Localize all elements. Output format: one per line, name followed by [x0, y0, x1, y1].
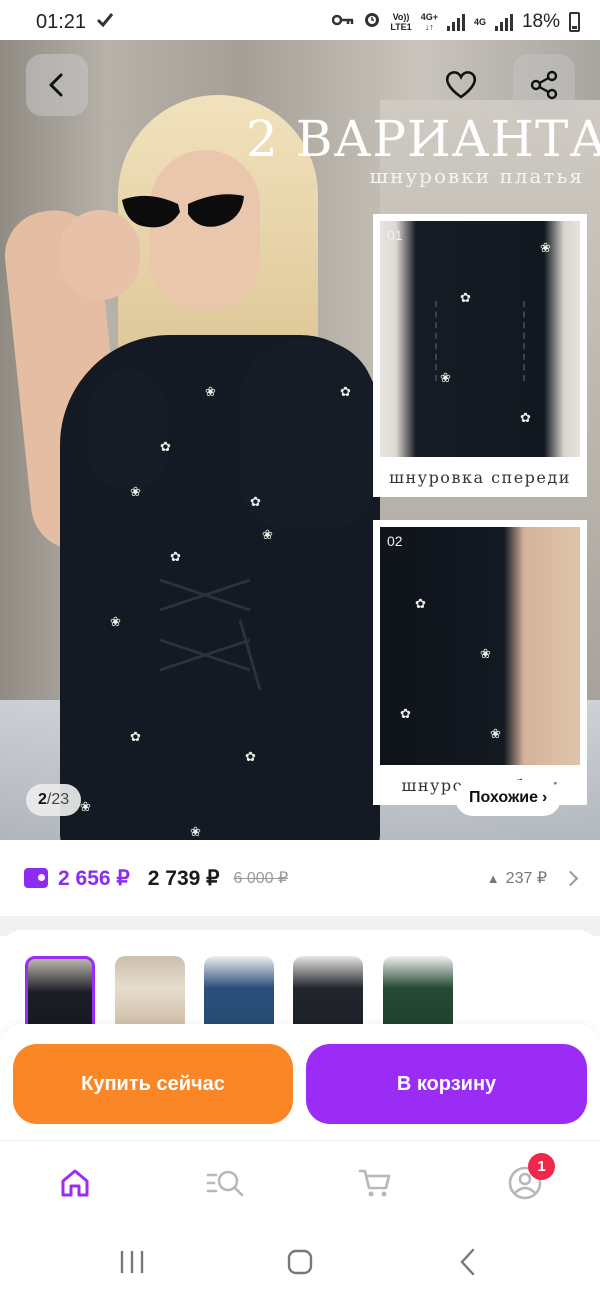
similar-label: Похожие	[469, 789, 539, 806]
nav-cart[interactable]	[353, 1161, 397, 1205]
flower-pattern: ❀	[80, 799, 91, 814]
battery-icon	[569, 12, 580, 32]
lte-label: LTE1	[390, 22, 412, 32]
color-variants	[0, 930, 600, 1036]
add-to-cart-button[interactable]: В корзину	[306, 1044, 587, 1124]
signal-icon	[446, 13, 465, 31]
variant-number: 02	[387, 533, 403, 549]
wallet-icon	[24, 868, 48, 888]
flower-pattern: ✿	[400, 706, 411, 721]
cart-icon	[358, 1169, 391, 1197]
points-value: 237 ₽	[505, 870, 547, 887]
lace-detail	[435, 301, 525, 381]
promo-subtitle: шнуровки платья	[369, 164, 584, 188]
dress-sleeve-left	[88, 370, 168, 490]
status-time: 01:21	[36, 10, 87, 33]
flower-pattern: ❀	[490, 726, 501, 741]
key-icon	[332, 11, 354, 33]
flower-pattern: ❀	[480, 646, 491, 661]
flower-pattern: ✿	[130, 729, 141, 744]
lace-detail	[159, 578, 262, 691]
flower-pattern: ❀	[205, 384, 216, 399]
home-icon	[61, 1169, 89, 1197]
flower-pattern: ✿	[415, 596, 426, 611]
nav-home[interactable]	[53, 1161, 97, 1205]
action-bar: Купить сейчас В корзину	[0, 1024, 600, 1144]
flower-pattern: ❀	[190, 824, 201, 839]
variant-photo: 02 ✿ ❀ ✿ ❀	[380, 527, 580, 765]
network-4g: 4G	[473, 17, 486, 27]
variant-card-front: 01 ✿ ❀ ✿ ❀ шнуровка спереди	[373, 214, 587, 497]
arrow-up-icon: ▲	[486, 870, 500, 886]
network-4g-plus-label: 4G+	[420, 12, 438, 22]
image-counter-current: 2	[38, 791, 47, 808]
system-navigation	[0, 1224, 600, 1299]
system-home-button[interactable]	[280, 1242, 320, 1282]
catalog-search-icon	[206, 1170, 244, 1197]
wallet-price: 2 656 ₽	[58, 866, 130, 890]
points-info[interactable]: ▲ 237 ₽	[487, 868, 547, 888]
variant-card-side: 02 ✿ ❀ ✿ ❀ шнуровка сбоку	[373, 520, 587, 805]
check-icon	[96, 11, 114, 34]
flower-pattern: ❀	[440, 370, 451, 385]
image-counter-total: 23	[51, 791, 70, 808]
flower-pattern: ❀	[540, 240, 551, 255]
flower-pattern: ✿	[340, 384, 351, 399]
product-image-gallery[interactable]: ✿ ❀ ✿ ❀ ✿ ❀ ✿ ❀ ✿ ❀ ✿ ❀ 2 ВАРИАНТА шнуро…	[0, 40, 600, 840]
flower-pattern: ❀	[262, 527, 273, 542]
chevron-right-icon	[562, 870, 579, 886]
network-4g-plus: 4G+ ↓↑	[420, 12, 438, 32]
flower-pattern: ✿	[250, 494, 261, 509]
current-price: 2 739 ₽	[147, 866, 220, 890]
notification-badge: 1	[528, 1153, 555, 1180]
home-square-icon	[287, 1249, 313, 1275]
old-price: 6 000 ₽	[233, 870, 289, 887]
nav-catalog[interactable]	[203, 1161, 247, 1205]
similar-products-button[interactable]: Похожие ›	[455, 780, 562, 816]
share-icon	[530, 70, 558, 100]
back-arrow-icon	[460, 1248, 475, 1276]
signal-icon-2	[494, 13, 513, 31]
system-back-button[interactable]	[448, 1242, 488, 1282]
flower-pattern: ❀	[130, 484, 141, 499]
image-counter: 2 / 23	[26, 784, 82, 816]
variant-photo: 01 ✿ ❀ ✿ ❀	[380, 221, 580, 457]
sunglasses-icon	[122, 194, 244, 228]
flower-pattern: ✿	[245, 749, 256, 764]
flower-pattern: ❀	[110, 614, 121, 629]
share-button[interactable]	[513, 54, 575, 116]
favorite-button[interactable]	[430, 54, 492, 116]
flower-pattern: ✿	[160, 439, 171, 454]
recents-icon	[120, 1251, 144, 1273]
back-button[interactable]	[26, 54, 88, 116]
alarm-icon	[363, 10, 381, 34]
heart-icon	[445, 71, 477, 99]
price-section[interactable]: 2 656 ₽ 2 739 ₽ 6 000 ₽ ▲ 237 ₽	[0, 840, 600, 916]
recent-apps-button[interactable]	[112, 1242, 152, 1282]
chevron-left-icon	[49, 73, 63, 97]
bottom-navigation: 1	[0, 1140, 600, 1224]
variant-number: 01	[387, 227, 403, 243]
buy-now-button[interactable]: Купить сейчас	[13, 1044, 293, 1124]
volte-label: Vo))	[392, 12, 410, 22]
chevron-right-icon: ›	[542, 789, 548, 806]
flower-pattern: ✿	[460, 290, 471, 305]
flower-pattern: ✿	[520, 410, 531, 425]
promo-title: 2 ВАРИАНТА	[246, 110, 600, 168]
variant-caption: шнуровка спереди	[389, 467, 571, 487]
battery-percent: 18%	[521, 11, 560, 32]
status-bar: 01:21 Vo)) LTE1 4G+ ↓↑ 4G 18%	[0, 0, 600, 44]
volte-indicator: Vo)) LTE1	[390, 12, 411, 32]
